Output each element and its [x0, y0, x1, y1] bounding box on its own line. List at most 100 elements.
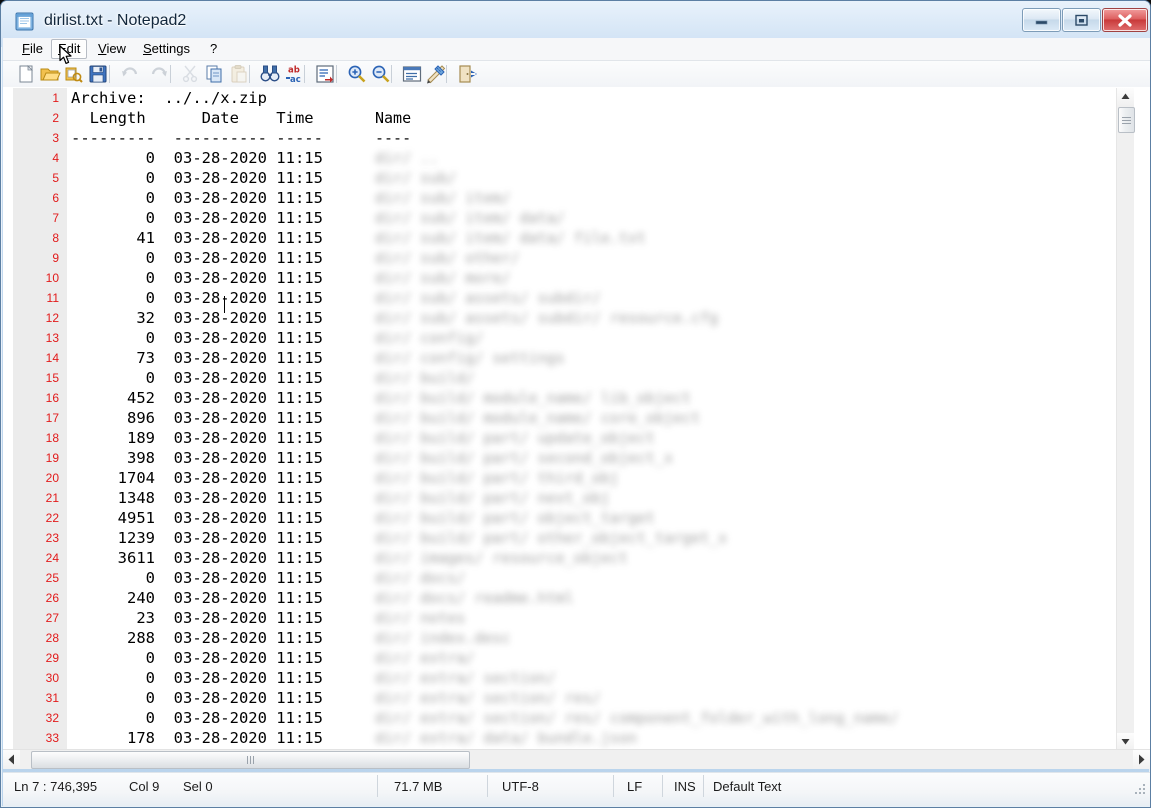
code-line[interactable]: 9 0 03-28-2020 11:15dir/ sub/ other/	[3, 248, 1116, 268]
status-column-position[interactable]: Col 9	[129, 778, 159, 796]
open-file-button[interactable]	[39, 63, 61, 85]
archive-entry-name: dir/ extra/ section/	[375, 668, 565, 688]
archive-entry-name: dir/ ..	[375, 148, 447, 168]
code-line[interactable]: 32 0 03-28-2020 11:15dir/ extra/ section…	[3, 708, 1116, 728]
code-line[interactable]: 33 178 03-28-2020 11:15dir/ extra/ data/…	[3, 728, 1116, 748]
line-number: 10	[3, 268, 59, 288]
exit-button[interactable]	[456, 63, 478, 85]
code-line[interactable]: 7 0 03-28-2020 11:15dir/ sub/ item/ data…	[3, 208, 1116, 228]
code-line[interactable]: 27 23 03-28-2020 11:15dir/ notes	[3, 608, 1116, 628]
code-line[interactable]: 18 189 03-28-2020 11:15dir/ build/ part/…	[3, 428, 1116, 448]
menu-item-settings[interactable]: Settings	[136, 40, 197, 58]
close-button[interactable]	[1102, 8, 1148, 32]
code-line[interactable]: 16 452 03-28-2020 11:15dir/ build/ modul…	[3, 388, 1116, 408]
goto-line-button[interactable]	[314, 63, 336, 85]
line-text: 0 03-28-2020 11:15	[71, 168, 323, 188]
code-line[interactable]: 11 0 03-28-2020 11:15dir/ sub/ assets/ s…	[3, 288, 1116, 308]
menu-item-view[interactable]: View	[91, 40, 133, 58]
line-text: 0 03-28-2020 11:15	[71, 188, 323, 208]
menu-item-[interactable]: ?	[203, 40, 224, 58]
new-file-button[interactable]	[15, 63, 37, 85]
status-syntax-scheme[interactable]: Default Text	[713, 778, 781, 796]
copy-button[interactable]	[204, 63, 226, 85]
code-line[interactable]: 28 288 03-28-2020 11:15dir/ index.desc	[3, 628, 1116, 648]
menu-item-file[interactable]: File	[15, 40, 50, 58]
resize-grip[interactable]	[1135, 784, 1147, 796]
archive-entry-name: dir/ sub/ item/ data/	[375, 208, 574, 228]
vertical-scrollbar-thumb[interactable]	[1118, 107, 1135, 133]
archive-entry-name: dir/ docs/	[375, 568, 474, 588]
line-text: 0 03-28-2020 11:15	[71, 328, 323, 348]
code-line[interactable]: 4 0 03-28-2020 11:15dir/ ..	[3, 148, 1116, 168]
code-line[interactable]: 29 0 03-28-2020 11:15dir/ extra/	[3, 648, 1116, 668]
menu-item-edit[interactable]: Edit	[51, 39, 87, 59]
code-line[interactable]: 14 73 03-28-2020 11:15dir/ config/ setti…	[3, 348, 1116, 368]
status-encoding[interactable]: UTF-8	[502, 778, 539, 796]
scroll-left-arrow-icon[interactable]	[3, 750, 20, 769]
vertical-scrollbar[interactable]	[1116, 88, 1134, 750]
editor-area[interactable]: 1Archive: ../../x.zip2 Length Date TimeN…	[3, 87, 1150, 750]
code-line[interactable]: 17 896 03-28-2020 11:15dir/ build/ modul…	[3, 408, 1116, 428]
archive-entry-name: dir/ sub/ item/	[375, 188, 520, 208]
minimize-button[interactable]	[1022, 8, 1061, 32]
scroll-down-arrow-icon[interactable]	[1117, 733, 1134, 750]
code-line[interactable]: 19 398 03-28-2020 11:15dir/ build/ part/…	[3, 448, 1116, 468]
code-line[interactable]: 23 1239 03-28-2020 11:15dir/ build/ part…	[3, 528, 1116, 548]
code-line[interactable]: 30 0 03-28-2020 11:15dir/ extra/ section…	[3, 668, 1116, 688]
maximize-button[interactable]	[1062, 8, 1101, 32]
line-number: 33	[3, 728, 59, 748]
code-line[interactable]: 22 4951 03-28-2020 11:15dir/ build/ part…	[3, 508, 1116, 528]
status-selection-count[interactable]: Sel 0	[183, 778, 213, 796]
code-line[interactable]: 1Archive: ../../x.zip	[3, 88, 1116, 108]
line-text: Length Date Time	[71, 108, 314, 128]
code-line[interactable]: 31 0 03-28-2020 11:15dir/ extra/ section…	[3, 688, 1116, 708]
archive-entry-name: dir/ sub/	[375, 168, 465, 188]
app-icon	[14, 11, 36, 33]
status-insert-mode[interactable]: INS	[674, 778, 696, 796]
find-button[interactable]	[259, 63, 281, 85]
code-line[interactable]: 6 0 03-28-2020 11:15dir/ sub/ item/	[3, 188, 1116, 208]
code-line[interactable]: 5 0 03-28-2020 11:15dir/ sub/	[3, 168, 1116, 188]
code-line[interactable]: 8 41 03-28-2020 11:15dir/ sub/ item/ dat…	[3, 228, 1116, 248]
horizontal-scrollbar-thumb[interactable]	[31, 751, 470, 769]
code-line[interactable]: 15 0 03-28-2020 11:15dir/ build/	[3, 368, 1116, 388]
browse-file-button[interactable]	[63, 63, 85, 85]
zoom-in-button[interactable]	[346, 63, 368, 85]
line-number: 8	[3, 228, 59, 248]
line-number: 32	[3, 708, 59, 728]
code-line[interactable]: 12 32 03-28-2020 11:15dir/ sub/ assets/ …	[3, 308, 1116, 328]
line-number: 23	[3, 528, 59, 548]
word-wrap-button[interactable]	[401, 63, 423, 85]
replace-button[interactable]: abac	[284, 63, 306, 85]
status-file-size[interactable]: 71.7 MB	[394, 778, 442, 796]
line-text: 32 03-28-2020 11:15	[71, 308, 323, 328]
status-line-endings[interactable]: LF	[627, 778, 642, 796]
status-line-position[interactable]: Ln 7 : 746,395	[14, 778, 97, 796]
archive-entry-name: dir/ sub/ item/ data/ file.txt	[375, 228, 655, 248]
edit-scheme-button[interactable]	[425, 63, 447, 85]
zoom-out-button[interactable]	[370, 63, 392, 85]
line-number: 14	[3, 348, 59, 368]
save-file-button[interactable]	[87, 63, 109, 85]
code-line[interactable]: 25 0 03-28-2020 11:15dir/ docs/	[3, 568, 1116, 588]
archive-entry-name: dir/ images/ resource_object	[375, 548, 637, 568]
scroll-up-arrow-icon[interactable]	[1117, 88, 1134, 105]
code-line[interactable]: 2 Length Date TimeName	[3, 108, 1116, 128]
text-content[interactable]: 1Archive: ../../x.zip2 Length Date TimeN…	[3, 88, 1116, 750]
code-line[interactable]: 3--------- ---------- ---------	[3, 128, 1116, 148]
cut-button	[180, 63, 202, 85]
code-line[interactable]: 20 1704 03-28-2020 11:15dir/ build/ part…	[3, 468, 1116, 488]
line-text: 452 03-28-2020 11:15	[71, 388, 323, 408]
horizontal-scrollbar[interactable]	[3, 749, 1150, 769]
scroll-right-arrow-icon[interactable]	[1133, 750, 1150, 769]
code-line[interactable]: 21 1348 03-28-2020 11:15dir/ build/ part…	[3, 488, 1116, 508]
line-number: 25	[3, 568, 59, 588]
code-line[interactable]: 24 3611 03-28-2020 11:15dir/ images/ res…	[3, 548, 1116, 568]
line-text: 0 03-28-2020 11:15	[71, 368, 323, 388]
code-line[interactable]: 26 240 03-28-2020 11:15dir/ docs/ readme…	[3, 588, 1116, 608]
code-line[interactable]: 10 0 03-28-2020 11:15dir/ sub/ more/	[3, 268, 1116, 288]
line-number: 30	[3, 668, 59, 688]
archive-entry-name: dir/ extra/	[375, 648, 483, 668]
archive-entry-name: dir/ build/ module_name/ lib_object	[375, 388, 700, 408]
code-line[interactable]: 13 0 03-28-2020 11:15dir/ config/	[3, 328, 1116, 348]
